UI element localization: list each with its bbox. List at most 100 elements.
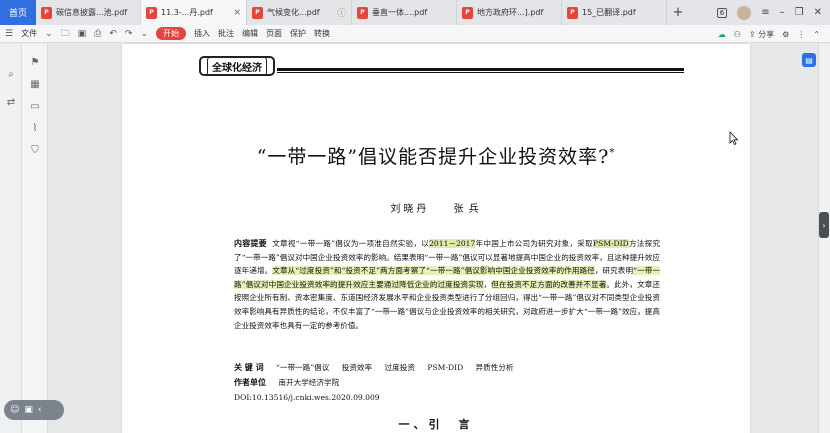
hamburger-icon[interactable]: ☰ (5, 29, 13, 39)
highlight[interactable]: 文章从“过度投资”和“投资不足”两方面考察了“一带一路”倡议影响中国企业投资效率… (272, 266, 595, 276)
author-name: 刘晓丹 (390, 204, 430, 215)
pdf-icon: P (462, 6, 473, 19)
save-icon[interactable]: ▣ (78, 29, 87, 39)
pdf-page: 全球化经济 “一带一路”倡议能否提升企业投资效率?* 刘晓丹 张兵 内容提要 文… (122, 44, 750, 433)
tab-page[interactable]: 页面 (266, 28, 282, 39)
file-menu[interactable]: 文件 (21, 28, 37, 39)
paper-title-text: “一带一路”倡议能否提升企业投资效率? (256, 146, 610, 168)
comment-icon[interactable]: ▭ (29, 100, 41, 112)
author-name: 张 (453, 204, 467, 215)
search-icon[interactable]: ⌕ (5, 68, 17, 80)
ribbon-toolbar: ☰ 文件 ⌄ 🗀 ▣ ⎙ ↶ ↷ ⌄ 开始 插入 批注 编辑 页面 保护 转换 … (0, 25, 830, 43)
title-footnote-mark: * (609, 147, 616, 159)
pdf-icon: P (567, 6, 578, 19)
keywords-label: 关 键 词 (234, 363, 264, 372)
highlight[interactable]: PSM-DID (592, 239, 629, 248)
expand-panel-handle[interactable]: › (819, 212, 829, 238)
tab-label: 11.3-...丹.pdf (161, 8, 213, 17)
close-window-icon[interactable]: ✕ (814, 7, 822, 18)
tab-start[interactable]: 开始 (156, 27, 186, 40)
pdf-icon: P (41, 6, 52, 19)
chevron-up-icon[interactable]: ⌃ (813, 30, 820, 39)
settings-icon[interactable]: ⚙ (782, 30, 789, 39)
collapse-icon[interactable]: ‹ (38, 405, 42, 415)
bookmark-icon[interactable]: ⚑ (29, 56, 41, 68)
user-add-icon[interactable]: ⚇ (734, 30, 741, 39)
restore-icon[interactable]: ❐ (795, 7, 804, 18)
tab-protect[interactable]: 保护 (290, 28, 306, 39)
cloud-sync-icon[interactable]: ☁ (718, 30, 726, 39)
tab-doc-4[interactable]: P 垂直一体....pdf (352, 0, 457, 25)
tab-annotate[interactable]: 批注 (218, 28, 234, 39)
pdf-icon: P (146, 6, 157, 19)
avatar[interactable] (737, 5, 752, 20)
redo-icon[interactable]: ↷ (125, 29, 133, 39)
tab-edit[interactable]: 编辑 (242, 28, 258, 39)
tab-doc-3[interactable]: P 气候变化...pdf ⓘ (247, 0, 352, 25)
share-button[interactable]: ⇪ 分享 (749, 29, 774, 40)
minimize-icon[interactable]: – (780, 7, 785, 18)
tab-doc-5[interactable]: P 地方政府环...].pdf (457, 0, 562, 25)
keyword: “一带一路”倡议 (276, 363, 330, 372)
pdf-icon: P (252, 6, 263, 19)
keyword: 过度投资 (384, 363, 415, 372)
open-folder-icon[interactable]: 🗀 (61, 26, 70, 42)
tab-convert[interactable]: 转换 (314, 28, 330, 39)
new-tab-button[interactable]: + (667, 0, 689, 25)
print-icon[interactable]: ⎙ (94, 29, 101, 39)
tab-label: 碳信息披露...池.pdf (56, 8, 128, 17)
chevron-down-icon[interactable]: ⌄ (45, 29, 53, 39)
tab-doc-2-active[interactable]: P 11.3-...丹.pdf × (141, 0, 247, 25)
tab-insert[interactable]: 插入 (194, 28, 210, 39)
section-heading: 一、引 言 (398, 418, 474, 431)
close-icon[interactable]: × (233, 8, 241, 18)
right-rail (818, 44, 830, 433)
abstract-text: ，研究表明 (594, 266, 634, 276)
affiliation-label: 作者单位 (234, 378, 266, 387)
tab-label: 垂直一体....pdf (372, 8, 428, 17)
abstract-text: 年中国上市公司为研究对象，采取 (475, 239, 593, 248)
author-name: 兵 (468, 204, 482, 215)
assistant-face-icon[interactable]: ☺ (10, 405, 19, 415)
window-count-badge[interactable]: 6 (716, 7, 728, 18)
chevron-right-icon: › (822, 220, 826, 230)
tab-doc-1[interactable]: P 碳信息披露...池.pdf (36, 0, 141, 25)
paper-authors: 刘晓丹 张兵 (122, 200, 750, 215)
info-icon: ⓘ (336, 9, 346, 19)
attachment-icon[interactable]: ⌇ (29, 122, 41, 134)
side-assistant-button[interactable]: ▤ (802, 53, 816, 67)
mouse-cursor-icon (729, 131, 739, 145)
highlight[interactable]: 但在投资不足方面的改善并不显著 (491, 279, 607, 289)
tab-home[interactable]: 首页 (0, 0, 36, 25)
tab-bar: 首页 P 碳信息披露...池.pdf P 11.3-...丹.pdf × P 气… (0, 0, 830, 25)
more-icon[interactable]: ⋮ (797, 30, 805, 39)
keyword: 投资效率 (341, 363, 373, 372)
doi: DOI:10.13516/j.cnki.wes.2020.09.009 (234, 393, 380, 402)
tab-label: 15_已翻译.pdf (582, 8, 636, 17)
abstract: 内容提要 文章视“一带一路”倡议为一项准自然实验，以2011－2017年中国上市… (234, 237, 660, 332)
stamp-icon[interactable]: ⛉ (29, 144, 41, 156)
assistant-icon: ▤ (805, 55, 813, 65)
tab-label: 地方政府环...].pdf (477, 8, 544, 17)
chevron-down-icon[interactable]: ⌄ (140, 29, 148, 39)
abstract-label: 内容提要 (234, 239, 267, 248)
menu-icon[interactable]: ≡ (761, 7, 769, 18)
left-tool-rail: ⌕ ⇄ (0, 44, 22, 433)
tab-doc-6[interactable]: P 15_已翻译.pdf (562, 0, 667, 25)
undo-icon[interactable]: ↶ (109, 29, 117, 39)
paper-title: “一带一路”倡议能否提升企业投资效率?* (122, 142, 750, 169)
header-rule (277, 68, 684, 73)
share-label: 分享 (758, 29, 775, 39)
translate-icon[interactable]: ⇄ (5, 96, 17, 108)
highlight[interactable]: 2011－2017 (429, 239, 476, 248)
window-controls: 6 ≡ – ❐ ✕ (716, 0, 830, 25)
affiliation-text: 南开大学经济学院 (278, 378, 340, 387)
column-tag-label: 全球化经济 (207, 56, 267, 76)
column-tag: 全球化经济 (199, 56, 275, 76)
thumbnail-icon[interactable]: ▦ (29, 78, 41, 90)
affiliation: 作者单位 南开大学经济学院 (234, 377, 339, 388)
chat-icon[interactable]: ▣ (24, 405, 33, 415)
toolbar-right: ☁ ⚇ ⇪ 分享 ⚙ ⋮ ⌃ (718, 25, 820, 43)
keywords: 关 键 词 “一带一路”倡议 投资效率 过度投资 PSM-DID 异质性分析 (234, 362, 524, 373)
share-icon: ⇪ (748, 29, 756, 39)
